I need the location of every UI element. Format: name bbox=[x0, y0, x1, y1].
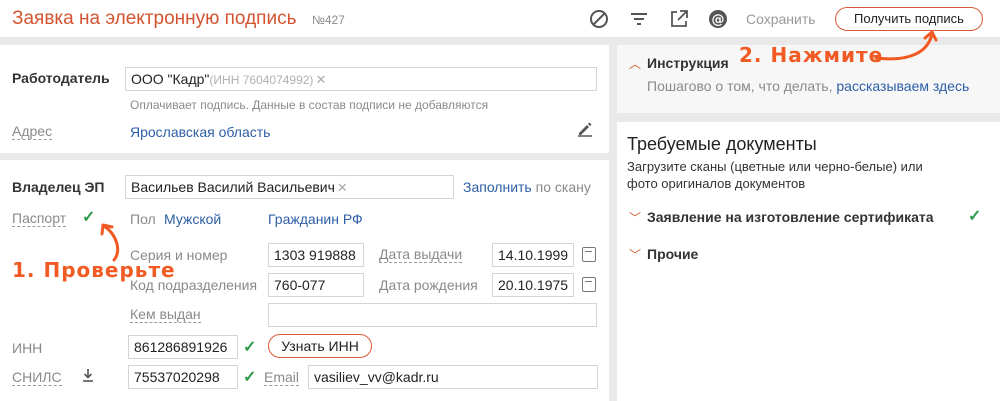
page-title: Заявка на электронную подпись bbox=[12, 8, 297, 29]
clear-icon[interactable]: ✕ bbox=[315, 72, 326, 87]
cancel-icon[interactable] bbox=[587, 7, 611, 31]
owner-label: Владелец ЭП bbox=[12, 179, 105, 195]
inn-field[interactable]: 861286891926 bbox=[128, 335, 238, 359]
check-icon: ✓ bbox=[968, 208, 982, 225]
address-value[interactable]: Ярославская область bbox=[130, 124, 270, 140]
issued-by-field[interactable] bbox=[268, 303, 597, 327]
documents-text-line2: фото оригиналов документов bbox=[627, 176, 806, 191]
chevron-down-icon[interactable]: ﹀ bbox=[629, 209, 641, 226]
employer-field[interactable]: ООО "Кадр"(ИНН 7604074992) ✕ bbox=[125, 67, 597, 91]
owner-name-field[interactable]: Васильев Василий Васильевич ✕ bbox=[125, 175, 454, 199]
instruction-text: Пошагово о том, что делать, рассказываем… bbox=[647, 78, 969, 94]
check-icon: ✓ bbox=[243, 369, 257, 386]
annotation-step2: 2. Нажмите bbox=[739, 43, 884, 67]
filter-icon[interactable] bbox=[627, 7, 651, 31]
employer-inn-hint: (ИНН 7604074992) bbox=[209, 73, 314, 87]
svg-text:@: @ bbox=[712, 13, 725, 28]
series-field[interactable]: 1303 919888 bbox=[268, 243, 364, 267]
calendar-icon[interactable] bbox=[582, 277, 596, 292]
fill-by-scan: Заполнить по скану bbox=[463, 179, 591, 195]
inn-label: ИНН bbox=[12, 340, 43, 356]
download-icon[interactable] bbox=[80, 367, 96, 383]
passport-label[interactable]: Паспорт bbox=[12, 210, 67, 227]
issue-date-field[interactable]: 14.10.1999 bbox=[492, 243, 574, 267]
birth-date-label: Дата рождения bbox=[379, 277, 478, 293]
instruction-title[interactable]: Инструкция bbox=[647, 55, 729, 71]
birth-date-field[interactable]: 20.10.1975 bbox=[492, 273, 574, 297]
chevron-down-icon[interactable]: ﹀ bbox=[629, 246, 641, 263]
fill-link[interactable]: Заполнить bbox=[463, 179, 532, 195]
owner-name-value: Васильев Василий Васильевич bbox=[131, 179, 335, 195]
arrow-annotation-icon bbox=[874, 30, 938, 61]
employer-value: ООО "Кадр" bbox=[131, 71, 210, 87]
division-field[interactable]: 760-077 bbox=[268, 273, 364, 297]
snils-field[interactable]: 75537020298 bbox=[128, 365, 238, 389]
email-field[interactable]: vasiliev_vv@kadr.ru bbox=[308, 365, 598, 389]
external-link-icon[interactable] bbox=[667, 7, 691, 31]
request-number: №427 bbox=[312, 13, 345, 27]
calendar-icon[interactable] bbox=[582, 247, 596, 262]
citizenship-value[interactable]: Гражданин РФ bbox=[268, 211, 363, 227]
find-inn-button[interactable]: Узнать ИНН bbox=[268, 334, 372, 358]
fill-by-scan-suffix: по скану bbox=[535, 179, 591, 195]
email-at-icon[interactable]: @ bbox=[706, 7, 730, 31]
clear-icon[interactable]: ✕ bbox=[337, 180, 348, 195]
edit-pencil-icon[interactable] bbox=[576, 120, 594, 138]
email-label[interactable]: Email bbox=[264, 369, 300, 386]
documents-title: Требуемые документы bbox=[627, 134, 817, 154]
issued-by-label[interactable]: Кем выдан bbox=[130, 306, 201, 323]
document-item[interactable]: Прочие bbox=[647, 246, 698, 262]
address-label[interactable]: Адрес bbox=[12, 123, 53, 140]
sex-value[interactable]: Мужской bbox=[164, 211, 221, 227]
employer-label: Работодатель bbox=[12, 70, 110, 86]
issue-date-label[interactable]: Дата выдачи bbox=[379, 246, 463, 263]
documents-text-line1: Загрузите сканы (цветные или черно-белые… bbox=[627, 159, 923, 174]
save-button[interactable]: Сохранить bbox=[746, 11, 816, 27]
arrow-annotation-icon bbox=[100, 223, 120, 262]
document-item[interactable]: Заявление на изготовление сертификата bbox=[647, 209, 934, 225]
instruction-text-body: Пошагово о том, что делать, bbox=[647, 78, 833, 94]
chevron-up-icon[interactable]: ︿ bbox=[629, 55, 641, 72]
snils-label[interactable]: СНИЛС bbox=[12, 369, 62, 386]
sex-label: Пол bbox=[130, 211, 156, 227]
check-icon: ✓ bbox=[243, 339, 257, 356]
instruction-link[interactable]: рассказываем здесь bbox=[836, 78, 969, 94]
employer-hint: Оплачивает подпись. Данные в состав подп… bbox=[130, 98, 489, 112]
